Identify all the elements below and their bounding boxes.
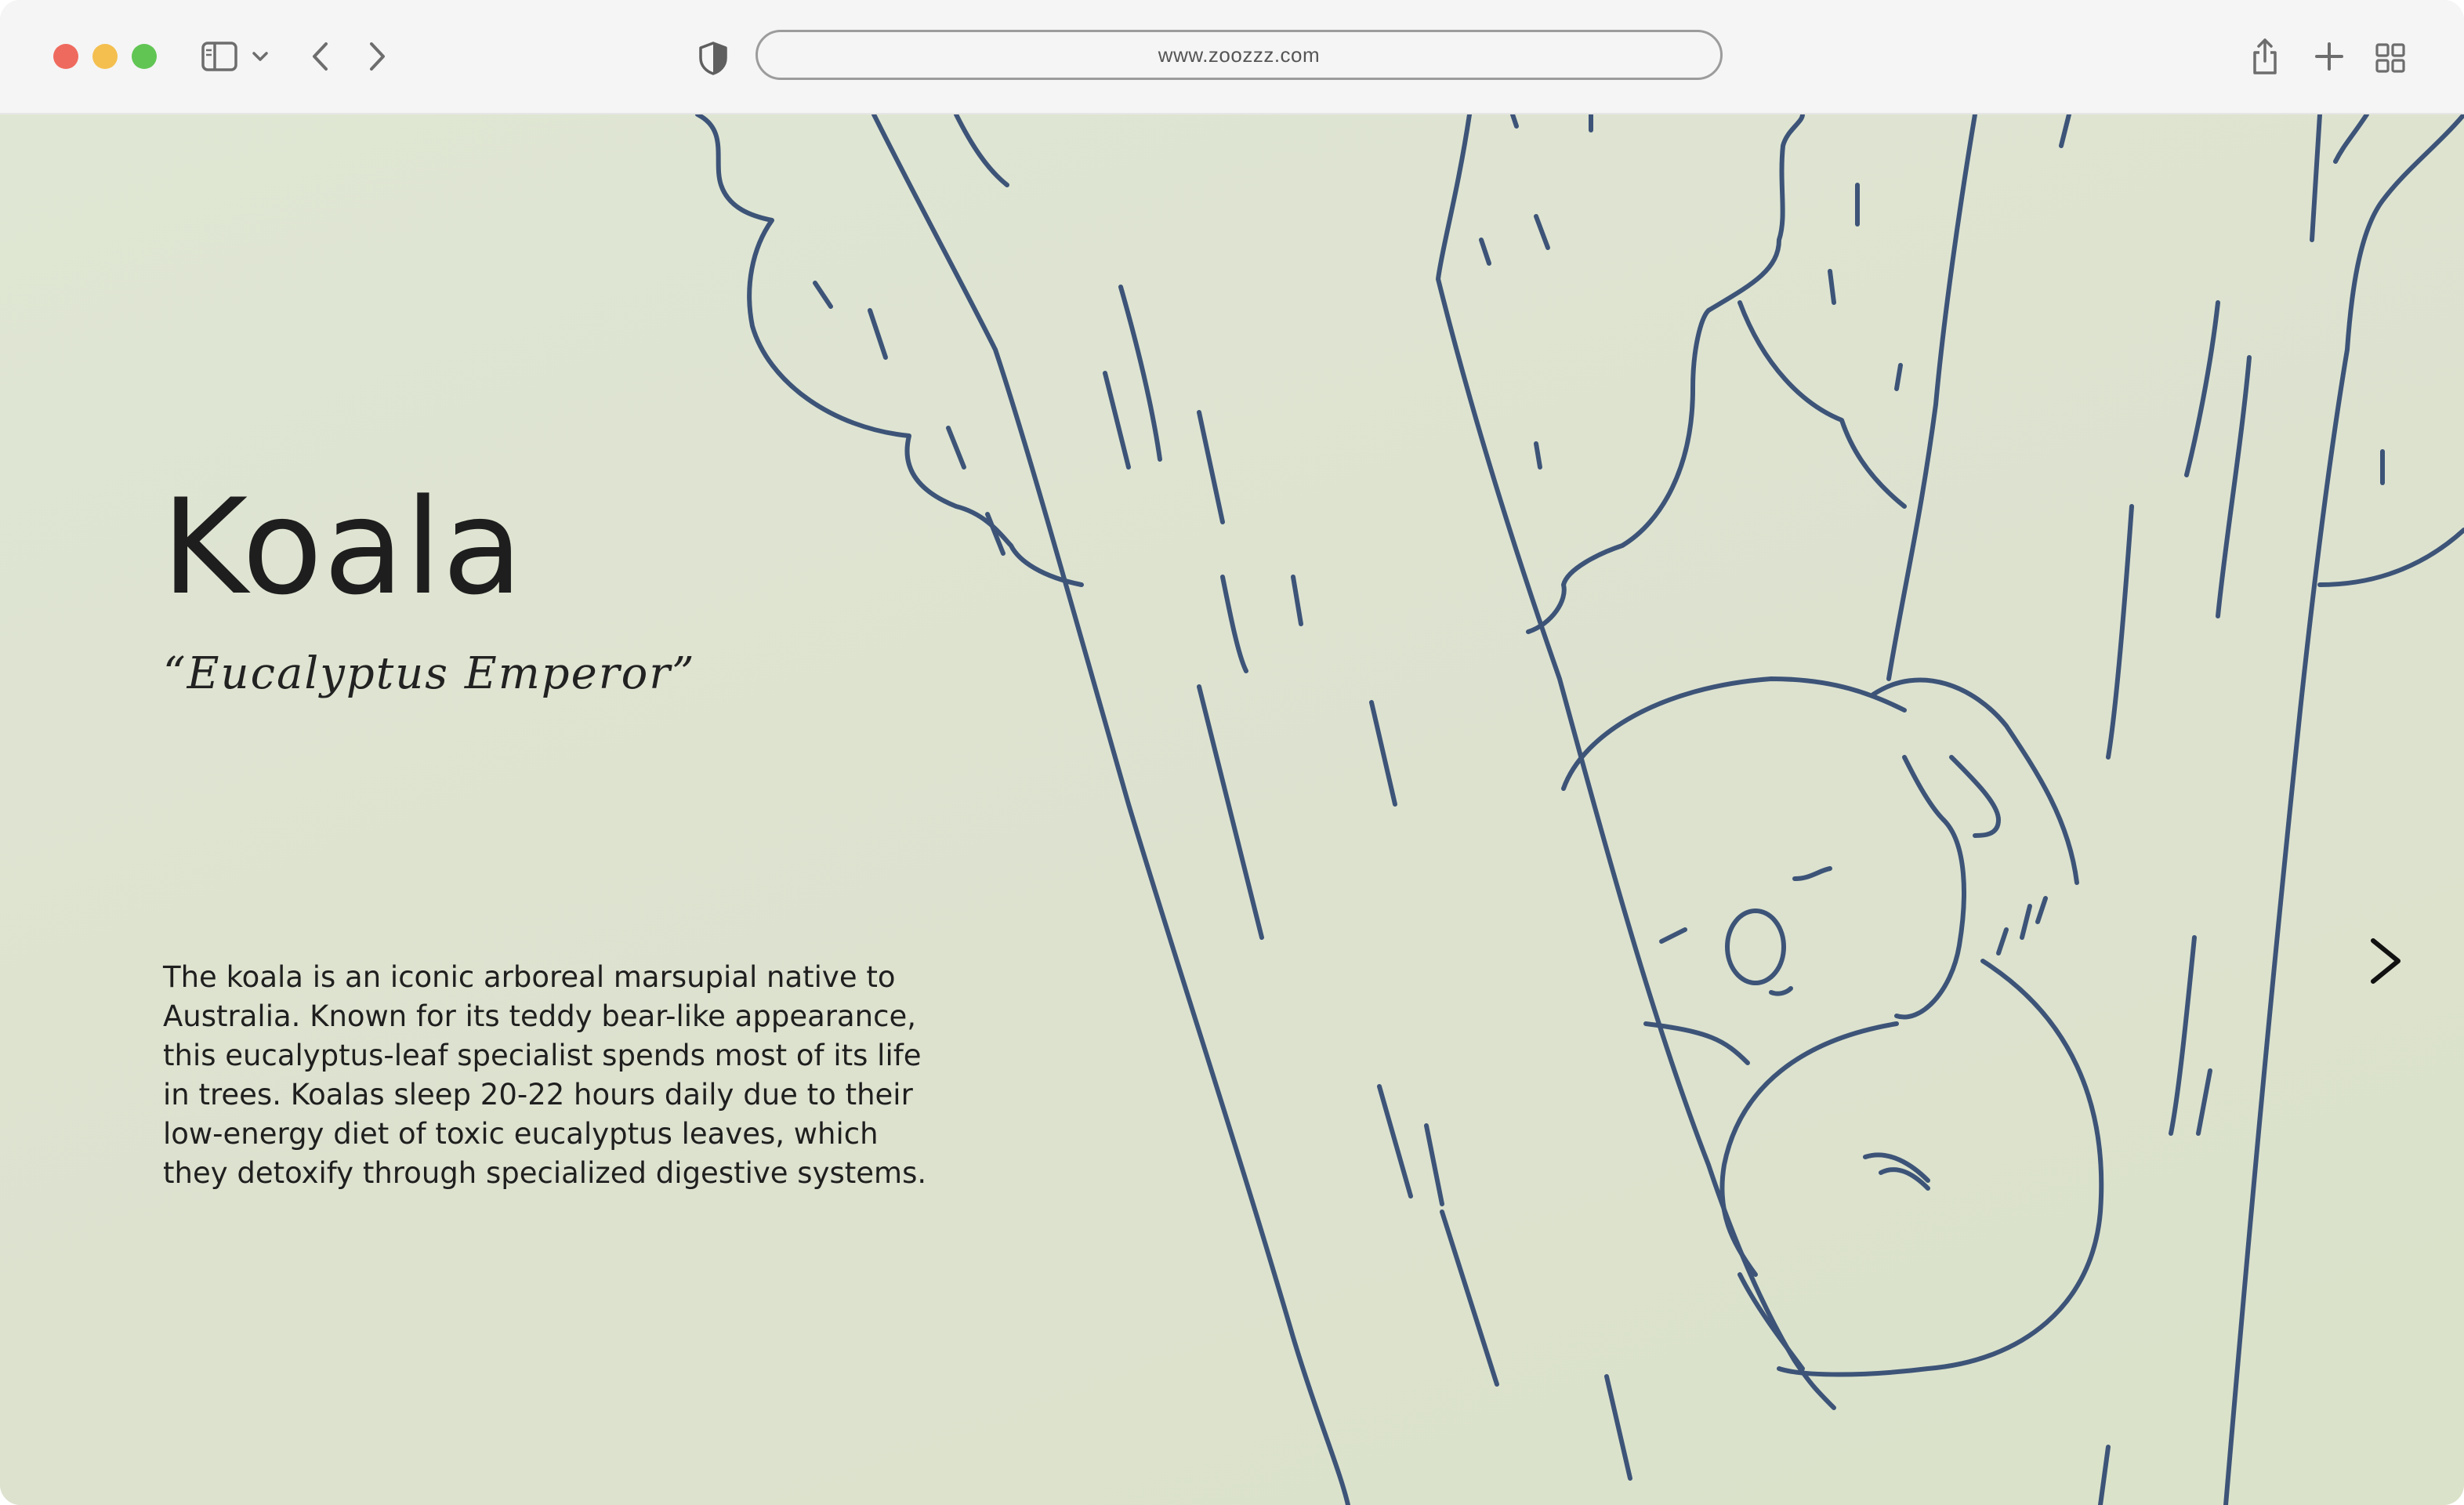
chevron-down-icon[interactable] xyxy=(249,45,271,67)
chevron-right-icon[interactable] xyxy=(362,38,393,75)
arrow-right-icon[interactable] xyxy=(2359,930,2414,992)
grid-icon[interactable] xyxy=(2372,39,2409,77)
page-description: The koala is an iconic arboreal marsupia… xyxy=(163,960,927,1190)
page-title: Koala xyxy=(161,470,524,624)
zoom-window-button[interactable] xyxy=(132,44,157,69)
minimize-window-button[interactable] xyxy=(92,44,118,69)
page-subtitle: “Eucalyptus Emperor” xyxy=(163,648,696,699)
close-window-button[interactable] xyxy=(53,44,78,69)
sidebar-icon[interactable] xyxy=(201,39,238,74)
page-content: Koala “Eucalyptus Emperor” The koala is … xyxy=(0,114,2464,1505)
shield-icon[interactable] xyxy=(696,39,730,77)
plus-icon[interactable] xyxy=(2310,38,2348,75)
url-text: www.zoozzz.com xyxy=(1158,42,1321,67)
browser-window: www.zoozzz.com Koala “Eucalyptus Emperor… xyxy=(0,0,2464,1505)
koala-illustration xyxy=(695,114,2464,1505)
address-bar[interactable]: www.zoozzz.com xyxy=(756,30,1723,80)
browser-toolbar: www.zoozzz.com xyxy=(0,0,2464,114)
share-icon[interactable] xyxy=(2246,34,2284,78)
chevron-left-icon[interactable] xyxy=(304,38,335,75)
